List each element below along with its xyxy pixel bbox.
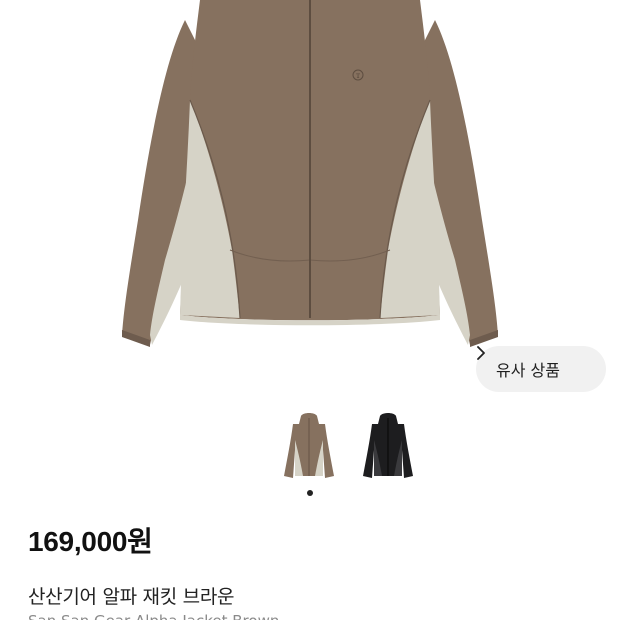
thumbnail-brown[interactable] xyxy=(279,410,339,482)
jacket-brown-thumbnail-icon xyxy=(284,413,334,478)
product-page: ꭲ 유사 상품 169,000원 산산기어 알파 재킷 브라운 xyxy=(0,0,620,620)
product-name: 산산기어 알파 재킷 브라운 xyxy=(28,586,235,608)
page-indicator-dot xyxy=(307,490,313,496)
product-price: 169,000원 xyxy=(28,526,153,557)
chevron-right-icon xyxy=(477,346,586,377)
product-english-name: San San Gear Alpha Jacket Brown xyxy=(28,612,279,620)
color-thumbnails xyxy=(0,410,620,490)
similar-products-label: 유사 상품 xyxy=(496,361,560,380)
product-image[interactable]: ꭲ 유사 상품 xyxy=(0,0,620,405)
jacket-illustration: ꭲ xyxy=(122,0,498,347)
jacket-black-thumbnail-icon xyxy=(363,413,413,478)
thumbnail-black[interactable] xyxy=(358,410,418,482)
similar-products-button[interactable]: 유사 상품 xyxy=(476,346,606,392)
